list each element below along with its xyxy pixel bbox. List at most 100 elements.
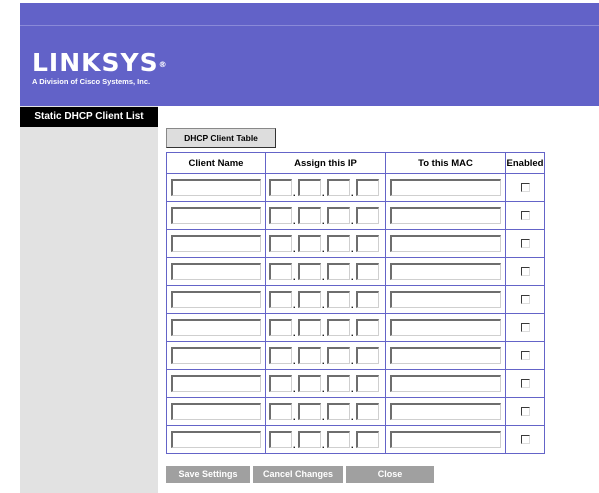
client-name-input[interactable] [171,235,261,252]
enabled-checkbox[interactable] [521,435,530,444]
client-name-input[interactable] [171,207,261,224]
ip-octet-input[interactable] [298,235,321,252]
mac-address-input[interactable] [390,235,501,252]
client-name-input[interactable] [171,179,261,196]
ip-octet-input[interactable] [269,375,292,392]
mac-address-input[interactable] [390,347,501,364]
enabled-cell [505,229,545,258]
ip-octet-input[interactable] [269,403,292,420]
ip-octet-input[interactable] [327,347,350,364]
mac-address-input[interactable] [390,403,501,420]
enabled-checkbox[interactable] [521,351,530,360]
ip-octet-input[interactable] [298,207,321,224]
ip-octet-input[interactable] [298,431,321,448]
ip-octet-input[interactable] [298,179,321,196]
client-name-input[interactable] [171,291,261,308]
client-name-input[interactable] [171,403,261,420]
mac-cell [385,257,506,286]
mac-address-input[interactable] [390,207,501,224]
ip-dot: . [293,188,296,198]
ip-octet-input[interactable] [327,431,350,448]
assign-ip-cell: ... [265,425,386,454]
enabled-checkbox[interactable] [521,295,530,304]
mac-address-input[interactable] [390,263,501,280]
client-name-cell [166,341,266,370]
mac-address-input[interactable] [390,179,501,196]
ip-octet-input[interactable] [356,319,379,336]
ip-dot: . [351,356,354,366]
ip-octet-input[interactable] [298,347,321,364]
ip-octet-input[interactable] [269,319,292,336]
mac-address-input[interactable] [390,319,501,336]
ip-octet-input[interactable] [356,179,379,196]
enabled-checkbox[interactable] [521,239,530,248]
client-name-input[interactable] [171,263,261,280]
ip-dot: . [293,300,296,310]
ip-octet-input[interactable] [356,431,379,448]
ip-octet-input[interactable] [269,347,292,364]
assign-ip-cell: ... [265,313,386,342]
enabled-checkbox[interactable] [521,379,530,388]
assign-ip-cell: ... [265,229,386,258]
enabled-checkbox[interactable] [521,267,530,276]
table-row: ... [166,341,545,370]
client-name-input[interactable] [171,347,261,364]
dhcp-client-table-button[interactable]: DHCP Client Table [166,128,276,148]
ip-octet-input[interactable] [327,179,350,196]
ip-octet-input[interactable] [269,207,292,224]
ip-octet-input[interactable] [327,207,350,224]
enabled-cell [505,257,545,286]
ip-octet-input[interactable] [356,235,379,252]
ip-dot: . [351,328,354,338]
ip-octet-input[interactable] [269,263,292,280]
ip-octet-input[interactable] [298,263,321,280]
enabled-checkbox[interactable] [521,323,530,332]
ip-octet-input[interactable] [298,375,321,392]
mac-address-input[interactable] [390,291,501,308]
ip-octet-input[interactable] [327,403,350,420]
ip-dot: . [351,300,354,310]
ip-octet-input[interactable] [269,179,292,196]
ip-dot: . [322,440,325,450]
client-name-input[interactable] [171,375,261,392]
ip-dot: . [351,216,354,226]
client-name-cell [166,229,266,258]
ip-octet-input[interactable] [356,403,379,420]
ip-dot: . [322,272,325,282]
ip-octet-input[interactable] [356,263,379,280]
enabled-cell [505,173,545,202]
enabled-checkbox[interactable] [521,407,530,416]
ip-octet-input[interactable] [298,291,321,308]
client-name-cell [166,397,266,426]
ip-octet-input[interactable] [269,431,292,448]
ip-octet-input[interactable] [356,347,379,364]
client-name-input[interactable] [171,319,261,336]
table-row: ... [166,201,545,230]
ip-octet-input[interactable] [298,403,321,420]
mac-address-input[interactable] [390,431,501,448]
enabled-checkbox[interactable] [521,183,530,192]
ip-octet-input[interactable] [298,319,321,336]
ip-octet-input[interactable] [356,375,379,392]
ip-octet-input[interactable] [327,319,350,336]
table-row: ... [166,369,545,398]
mac-cell [385,313,506,342]
close-button[interactable]: Close [346,466,434,483]
assign-ip-cell: ... [265,397,386,426]
ip-octet-input[interactable] [327,235,350,252]
mac-address-input[interactable] [390,375,501,392]
ip-octet-input[interactable] [327,375,350,392]
save-settings-button[interactable]: Save Settings [166,466,250,483]
ip-octet-input[interactable] [327,291,350,308]
enabled-checkbox[interactable] [521,211,530,220]
assign-ip-cell: ... [265,173,386,202]
header-banner: LINKSYS® A Division of Cisco Systems, In… [20,3,599,106]
ip-octet-input[interactable] [269,291,292,308]
ip-octet-input[interactable] [327,263,350,280]
client-name-input[interactable] [171,431,261,448]
ip-octet-input[interactable] [269,235,292,252]
ip-octet-input[interactable] [356,291,379,308]
cancel-changes-button[interactable]: Cancel Changes [253,466,343,483]
ip-octet-input[interactable] [356,207,379,224]
client-name-cell [166,313,266,342]
